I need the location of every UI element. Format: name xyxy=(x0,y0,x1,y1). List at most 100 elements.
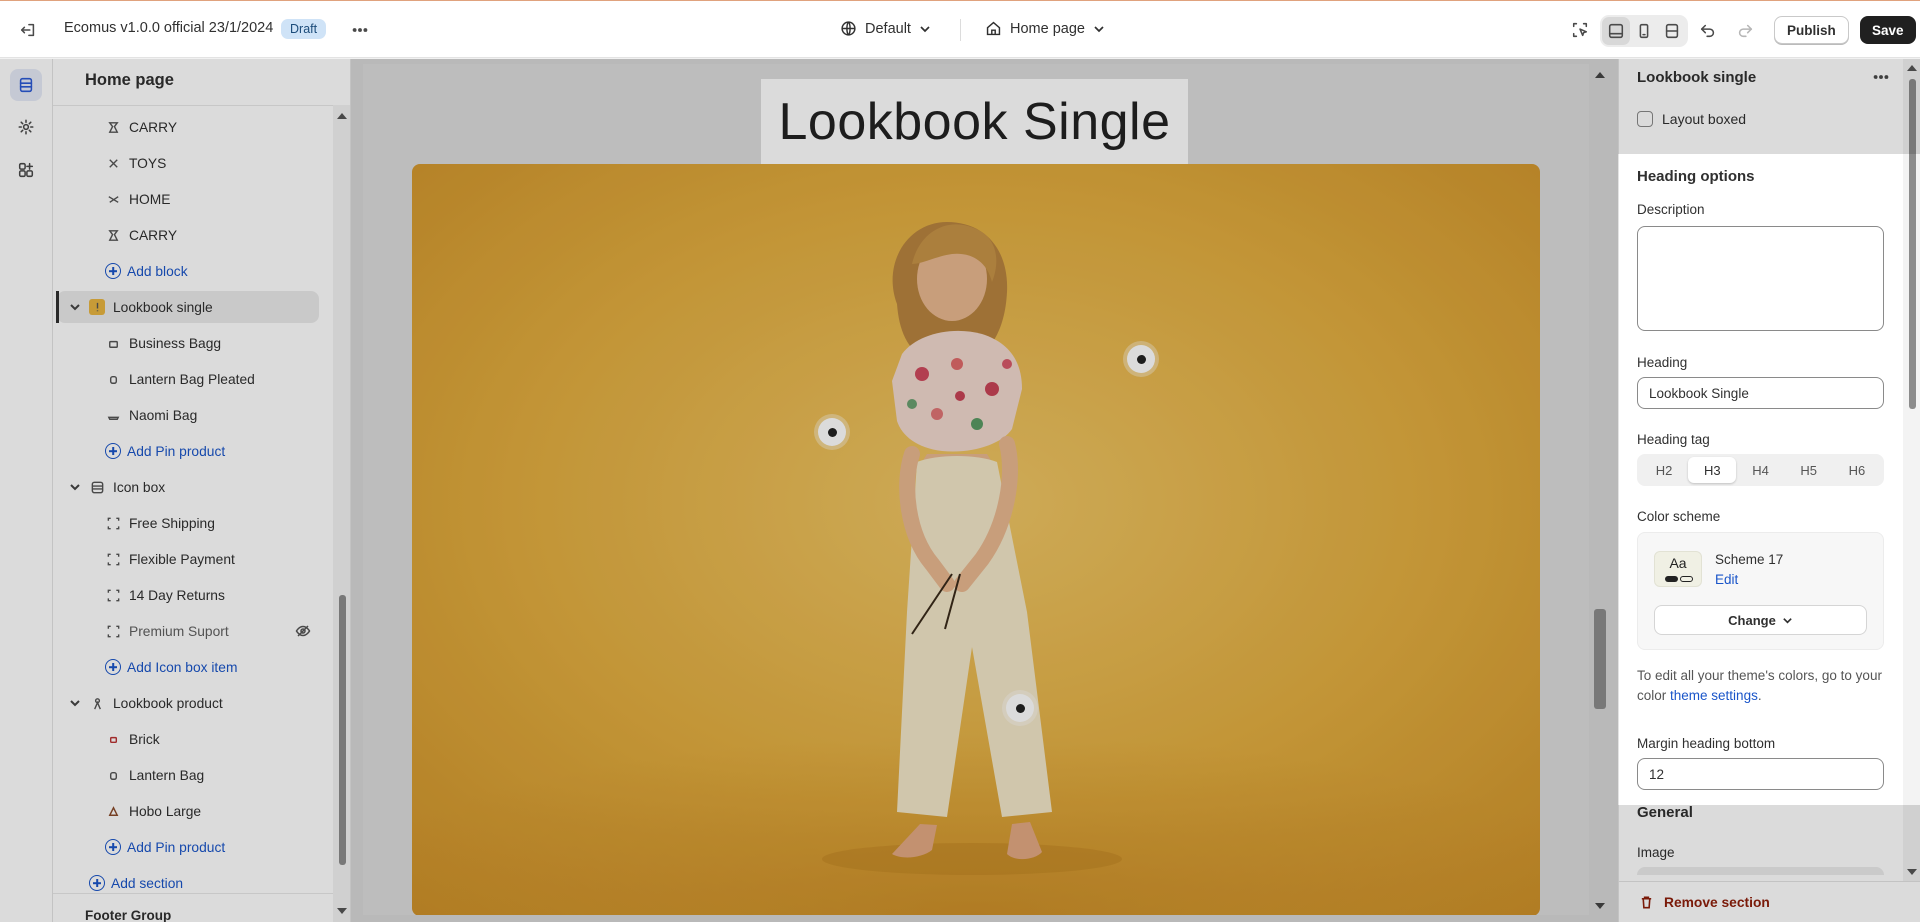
section-lookbook-single[interactable]: Lookbook single xyxy=(56,291,319,323)
heading-tag-h4[interactable]: H4 xyxy=(1736,457,1784,483)
chevron-down-icon[interactable] xyxy=(69,301,81,313)
sidebar-scrollbar[interactable] xyxy=(333,105,350,922)
heading-options-title: Heading options xyxy=(1637,168,1755,185)
theme-settings-link[interactable]: theme settings xyxy=(1670,688,1758,703)
add-circle-icon xyxy=(89,875,105,891)
heading-tag-h2[interactable]: H2 xyxy=(1640,457,1688,483)
remove-section-button[interactable]: Remove section xyxy=(1619,881,1920,922)
add-block-button[interactable]: Add block xyxy=(57,255,319,287)
add-circle-icon xyxy=(105,839,121,855)
chevron-down-icon[interactable] xyxy=(69,697,81,709)
inspector-select-icon[interactable] xyxy=(1564,14,1596,46)
product-thumb-icon xyxy=(105,227,121,243)
margin-heading-input[interactable]: 12 xyxy=(1637,758,1884,790)
scheme-edit-link[interactable]: Edit xyxy=(1715,572,1738,587)
block-item-hidden[interactable]: Premium Suport xyxy=(57,615,319,647)
block-item[interactable]: CARRY xyxy=(57,219,319,251)
block-frame-icon xyxy=(105,551,121,567)
mobile-view-icon[interactable] xyxy=(1630,17,1658,45)
description-label: Description xyxy=(1637,202,1705,217)
block-item[interactable]: TOYS xyxy=(57,147,319,179)
desktop-view-icon[interactable] xyxy=(1602,17,1630,45)
apps-icon[interactable] xyxy=(10,154,42,186)
sections-icon[interactable] xyxy=(10,69,42,101)
publish-button[interactable]: Publish xyxy=(1774,16,1849,44)
bag-thumb-icon xyxy=(105,335,121,351)
block-item[interactable]: Brick xyxy=(57,723,319,755)
hotspot-pin[interactable] xyxy=(818,418,846,446)
eye-hidden-icon[interactable] xyxy=(295,623,311,639)
block-item[interactable]: Lantern Bag xyxy=(57,759,319,791)
exit-icon[interactable] xyxy=(12,14,44,46)
block-item[interactable]: Hobo Large xyxy=(57,795,319,827)
chevron-down-icon[interactable] xyxy=(69,481,81,493)
save-button[interactable]: Save xyxy=(1860,16,1916,44)
page-selector[interactable]: Home page xyxy=(985,20,1105,37)
change-scheme-button[interactable]: Change xyxy=(1654,605,1867,635)
hotspot-pin[interactable] xyxy=(1127,345,1155,373)
trash-icon xyxy=(1641,896,1652,908)
image-picker[interactable] xyxy=(1637,867,1884,875)
preview-scrollbar[interactable] xyxy=(1591,64,1609,915)
block-item[interactable]: Free Shipping xyxy=(57,507,319,539)
more-options-icon[interactable] xyxy=(1865,61,1897,93)
fullscreen-view-icon[interactable] xyxy=(1658,17,1686,45)
checkbox-icon[interactable] xyxy=(1637,111,1653,127)
block-item[interactable]: Lantern Bag Pleated xyxy=(57,363,319,395)
status-badge: Draft xyxy=(281,19,327,39)
lookbook-image[interactable] xyxy=(412,164,1540,915)
add-circle-icon xyxy=(105,443,121,459)
theme-title: Ecomus v1.0.0 official 23/1/2024 xyxy=(64,20,274,36)
lookbook-photo xyxy=(412,164,1540,915)
heading-tag-selector: H2 H3 H4 H5 H6 xyxy=(1637,454,1884,486)
scrollbar-thumb[interactable] xyxy=(339,595,346,865)
add-circle-icon xyxy=(105,263,121,279)
chevron-down-icon xyxy=(1094,25,1104,32)
bag-thumb-icon xyxy=(105,767,121,783)
heading-options-group: Heading options Description Heading Look… xyxy=(1620,154,1900,804)
heading-tag-h3[interactable]: H3 xyxy=(1688,457,1737,483)
add-section-button[interactable]: Add section xyxy=(57,867,319,899)
settings-panel: Lookbook single Layout boxed Heading opt… xyxy=(1618,59,1920,922)
add-icon-box-item-button[interactable]: Add Icon box item xyxy=(57,651,319,683)
settings-title: Lookbook single xyxy=(1637,69,1757,86)
more-options-icon[interactable] xyxy=(344,14,376,46)
hotspot-pin[interactable] xyxy=(1006,694,1034,722)
preview-frame: Lookbook Single xyxy=(363,64,1589,915)
undo-icon[interactable] xyxy=(1692,14,1724,46)
block-item[interactable]: 14 Day Returns xyxy=(57,579,319,611)
color-scheme-label: Color scheme xyxy=(1637,509,1721,524)
product-thumb-icon xyxy=(105,155,121,171)
footer-group-label[interactable]: Footer Group xyxy=(85,908,171,922)
heading-tag-h5[interactable]: H5 xyxy=(1785,457,1833,483)
theme-selector[interactable]: Default xyxy=(840,20,931,37)
sidebar-title: Home page xyxy=(85,71,174,89)
block-item[interactable]: Business Bagg xyxy=(57,327,319,359)
top-bar: Ecomus v1.0.0 official 23/1/2024 Draft D… xyxy=(0,0,1920,58)
theme-selector-label: Default xyxy=(865,20,911,37)
heading-input[interactable]: Lookbook Single xyxy=(1637,377,1884,409)
margin-heading-label: Margin heading bottom xyxy=(1637,736,1776,751)
globe-icon xyxy=(841,21,856,36)
product-thumb-icon xyxy=(105,191,121,207)
chevron-down-icon xyxy=(920,25,930,32)
settings-scrollbar[interactable] xyxy=(1903,59,1920,881)
layout-boxed-checkbox[interactable]: Layout boxed xyxy=(1637,111,1746,127)
scrollbar-thumb[interactable] xyxy=(1909,79,1916,409)
color-scheme-card: Aa Scheme 17 Edit Change xyxy=(1637,532,1884,650)
section-heading[interactable]: Lookbook Single xyxy=(761,79,1188,165)
block-item[interactable]: CARRY xyxy=(57,111,319,143)
redo-icon[interactable] xyxy=(1729,14,1761,46)
settings-gear-icon[interactable] xyxy=(10,111,42,143)
heading-tag-h6[interactable]: H6 xyxy=(1833,457,1881,483)
description-textarea[interactable] xyxy=(1637,226,1884,331)
block-item[interactable]: HOME xyxy=(57,183,319,215)
section-icon-box[interactable]: Icon box xyxy=(57,471,319,503)
section-lookbook-product[interactable]: Lookbook product xyxy=(57,687,319,719)
block-item[interactable]: Flexible Payment xyxy=(57,543,319,575)
home-icon xyxy=(986,21,1001,36)
scrollbar-thumb[interactable] xyxy=(1594,609,1606,709)
add-pin-product-button[interactable]: Add Pin product xyxy=(57,435,319,467)
add-pin-product-button[interactable]: Add Pin product xyxy=(57,831,319,863)
block-item[interactable]: Naomi Bag xyxy=(57,399,319,431)
